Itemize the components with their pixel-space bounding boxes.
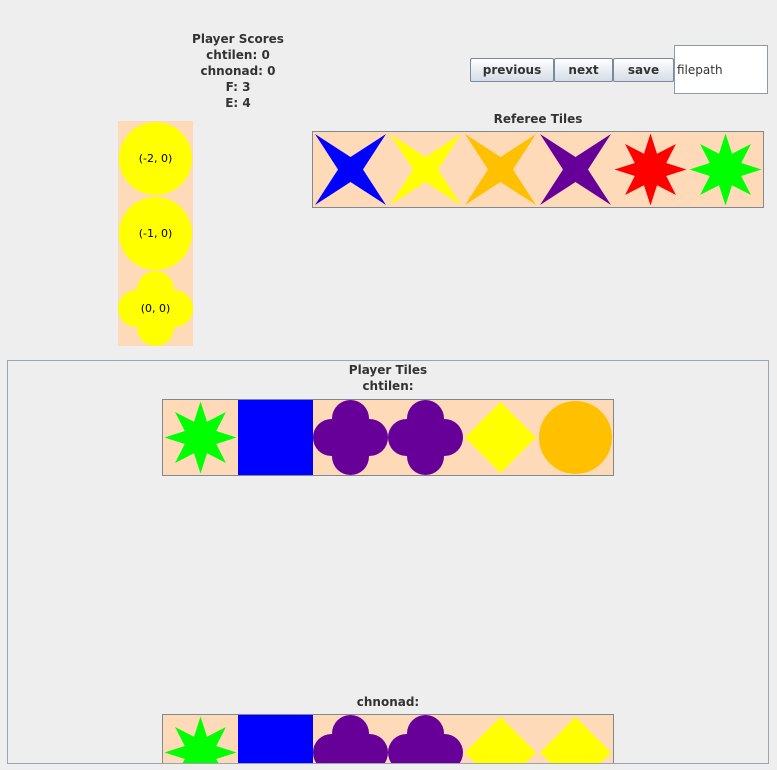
save-button[interactable]: save [613, 58, 674, 82]
star4-tile-shape [465, 134, 536, 205]
player-tile [163, 400, 238, 475]
player-tile [463, 715, 538, 763]
player-tiles-panel: Player Tiles chtilen: chnonad: [7, 360, 769, 764]
score-line: chtilen: 0 [206, 48, 270, 62]
referee-tile [463, 132, 538, 207]
diamond-tile-shape [540, 717, 611, 763]
player-tile [313, 715, 388, 763]
referee-tile [313, 132, 388, 207]
square-tile-shape [238, 715, 313, 763]
referee-tiles-title: Referee Tiles [493, 112, 583, 126]
diamond-tile-shape [465, 402, 536, 473]
star8-tile-shape [164, 401, 237, 474]
next-button[interactable]: next [554, 58, 613, 82]
board-tile: (-1, 0) [118, 196, 193, 271]
clover-tile-shape [388, 715, 463, 763]
tile-coordinate: (-2, 0) [138, 152, 173, 165]
scores-title: Player Scores [192, 32, 284, 46]
clover-tile-shape [313, 715, 388, 763]
player-tile [313, 400, 388, 475]
star4-tile-shape [315, 134, 386, 205]
star8-tile-shape [689, 133, 762, 206]
tile-coordinate: (-1, 0) [138, 227, 173, 240]
star4-tile-shape [540, 134, 611, 205]
player-scores: Player Scores chtilen: 0 chnonad: 0 F: 3… [178, 31, 298, 111]
game-board: (-2, 0) (-1, 0) (0, 0) [118, 121, 193, 346]
player-tile [238, 715, 313, 763]
score-line: F: 3 [225, 80, 251, 94]
player-tile [538, 400, 613, 475]
player-tile [238, 400, 313, 475]
player-tile-strip [162, 714, 614, 763]
player-tile [463, 400, 538, 475]
square-tile-shape [238, 400, 313, 475]
player-tile-strip [162, 399, 614, 476]
star8-tile-shape [164, 716, 237, 763]
player-tile [388, 400, 463, 475]
referee-tile [688, 132, 763, 207]
clover-tile-shape [388, 400, 463, 475]
board-tile: (0, 0) [118, 271, 193, 346]
player-name: chtilen: [362, 379, 414, 393]
clover-tile-shape [313, 400, 388, 475]
score-line: chnonad: 0 [200, 64, 276, 78]
referee-tile [538, 132, 613, 207]
referee-tile [388, 132, 463, 207]
star8-tile-shape [614, 133, 687, 206]
referee-tile [613, 132, 688, 207]
player-name: chnonad: [356, 695, 420, 709]
star4-tile-shape [390, 134, 461, 205]
filepath-input[interactable] [674, 45, 768, 94]
tile-coordinate: (0, 0) [140, 302, 171, 315]
diamond-tile-shape [465, 717, 536, 763]
score-line: E: 4 [225, 96, 251, 110]
player-tile [388, 715, 463, 763]
player-tiles-title: Player Tiles [348, 363, 428, 377]
board-tile: (-2, 0) [118, 121, 193, 196]
previous-button[interactable]: previous [470, 58, 554, 82]
referee-tile-strip [312, 131, 764, 208]
player-tile [538, 715, 613, 763]
player-tile [163, 715, 238, 763]
circle-tile-shape [539, 401, 612, 474]
